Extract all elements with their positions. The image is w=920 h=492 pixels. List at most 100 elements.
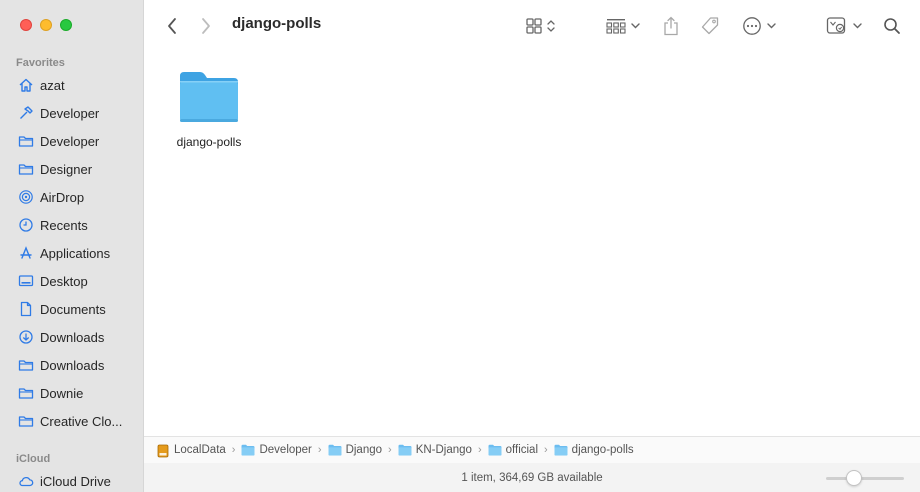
file-browser-area[interactable]: django-polls (144, 52, 920, 436)
search-button[interactable] (880, 14, 904, 38)
folder-icon (18, 161, 34, 177)
sidebar-item-creative-cloud[interactable]: Creative Clo... (0, 410, 143, 432)
share-button[interactable] (660, 13, 682, 39)
sidebar-item-applications[interactable]: Applications (0, 242, 143, 264)
icon-size-slider[interactable] (826, 477, 904, 480)
sidebar-item-airdrop[interactable]: AirDrop (0, 186, 143, 208)
group-grid-icon (606, 18, 626, 34)
drive-icon (156, 444, 170, 458)
folder-icon (18, 133, 34, 149)
path-separator: › (477, 444, 482, 456)
applications-icon (18, 245, 34, 261)
more-actions-button[interactable] (740, 14, 778, 38)
group-by-button[interactable] (604, 14, 642, 38)
favorites-section-title: Favorites (16, 57, 65, 69)
path-separator: › (231, 444, 236, 456)
home-icon (18, 77, 34, 93)
status-bar: 1 item, 364,69 GB available (144, 463, 920, 492)
back-button[interactable] (162, 14, 182, 38)
icloud-section-title: iCloud (16, 453, 51, 465)
path-crumb-django[interactable]: Django (328, 444, 382, 456)
folder-icon (398, 444, 412, 456)
sidebar-item-recents[interactable]: Recents (0, 214, 143, 236)
path-bar: LocalData › Developer › Django › KN-Djan… (144, 436, 920, 463)
sidebar-item-label: azat (40, 77, 65, 93)
finder-window: Favorites azat Developer Developer Desig… (0, 0, 920, 492)
folder-item-django-polls[interactable]: django-polls (168, 70, 250, 149)
cloud-icon (18, 473, 34, 489)
desktop-icon (18, 273, 34, 289)
path-separator: › (544, 444, 548, 456)
crumb-label: official (505, 444, 538, 456)
folder-icon (554, 444, 568, 456)
sidebar-item-downie[interactable]: Downie (0, 382, 143, 404)
path-crumb-django-polls[interactable]: django-polls (554, 444, 634, 456)
sidebar-item-label: Desktop (40, 273, 88, 289)
path-crumb-official[interactable]: official (488, 444, 538, 456)
crumb-label: LocalData (174, 444, 226, 456)
sidebar-item-azat[interactable]: azat (0, 74, 143, 96)
sidebar-item-label: Recents (40, 217, 88, 233)
path-separator: › (388, 444, 392, 456)
icon-grid-icon (525, 17, 543, 35)
path-crumb-kn-django[interactable]: KN-Django (398, 444, 472, 456)
path-crumb-localdata[interactable]: LocalData (156, 444, 226, 458)
path-crumb-developer[interactable]: Developer (241, 444, 312, 456)
view-mode-button[interactable] (522, 14, 558, 38)
sidebar-item-label: Downloads (40, 329, 105, 345)
folder-icon (18, 413, 34, 429)
window-title: django-polls (232, 15, 322, 32)
sidebar-item-downloads-folder[interactable]: Downloads (0, 354, 143, 376)
tag-button[interactable] (698, 14, 722, 38)
minimize-window-button[interactable] (40, 19, 52, 31)
status-text: 1 item, 364,69 GB available (461, 471, 603, 484)
folder-icon (241, 444, 255, 456)
chevron-down-icon (853, 23, 862, 29)
sidebar-item-label: Creative Clo... (40, 413, 123, 429)
window-controls (20, 19, 72, 31)
sidebar-item-label: Developer (40, 105, 100, 121)
chevron-down-icon (767, 23, 776, 29)
path-separator: › (317, 444, 322, 456)
download-icon (18, 329, 34, 345)
crumb-label: django-polls (571, 444, 634, 456)
folder-icon (18, 385, 34, 401)
chevron-left-icon (166, 17, 178, 35)
folder-icon (488, 444, 502, 456)
sidebar-item-label: Designer (40, 161, 93, 177)
forward-button[interactable] (196, 14, 216, 38)
sidebar-item-label: AirDrop (40, 189, 85, 205)
sidebar-item-label: Downloads (40, 357, 105, 373)
crumb-label: Developer (259, 444, 312, 456)
close-window-button[interactable] (20, 19, 32, 31)
sidebar-item-designer[interactable]: Designer (0, 158, 143, 180)
sidebar-item-documents[interactable]: Documents (0, 298, 143, 320)
sidebar-item-developer[interactable]: Developer (0, 102, 143, 124)
sidebar: Favorites azat Developer Developer Desig… (0, 0, 144, 492)
preview-sync-icon (826, 16, 848, 36)
sidebar-item-label: Applications (40, 245, 111, 261)
document-icon (18, 301, 34, 317)
sidebar-item-label: Documents (40, 301, 106, 317)
folder-icon (18, 357, 34, 373)
crumb-label: Django (345, 444, 383, 456)
toolbar: django-polls (144, 0, 920, 52)
crumb-label: KN-Django (415, 444, 472, 456)
chevron-down-icon (631, 23, 640, 29)
sidebar-item-downloads[interactable]: Downloads (0, 326, 143, 348)
sidebar-item-icloud-drive[interactable]: iCloud Drive (0, 470, 143, 492)
sidebar-item-desktop[interactable]: Desktop (0, 270, 143, 292)
clock-icon (18, 217, 34, 233)
airdrop-icon (18, 189, 34, 205)
quick-actions-button[interactable] (824, 14, 864, 38)
ellipsis-circle-icon (742, 16, 762, 36)
tag-icon (700, 16, 720, 36)
sidebar-item-developer-folder[interactable]: Developer (0, 130, 143, 152)
zoom-window-button[interactable] (60, 19, 72, 31)
sidebar-item-label: iCloud Drive (40, 473, 111, 489)
sidebar-item-label: Downie (40, 385, 84, 401)
share-icon (663, 16, 679, 36)
hammer-icon (18, 105, 34, 121)
chevron-right-icon (200, 17, 212, 35)
icon-size-slider-knob[interactable] (846, 470, 862, 486)
